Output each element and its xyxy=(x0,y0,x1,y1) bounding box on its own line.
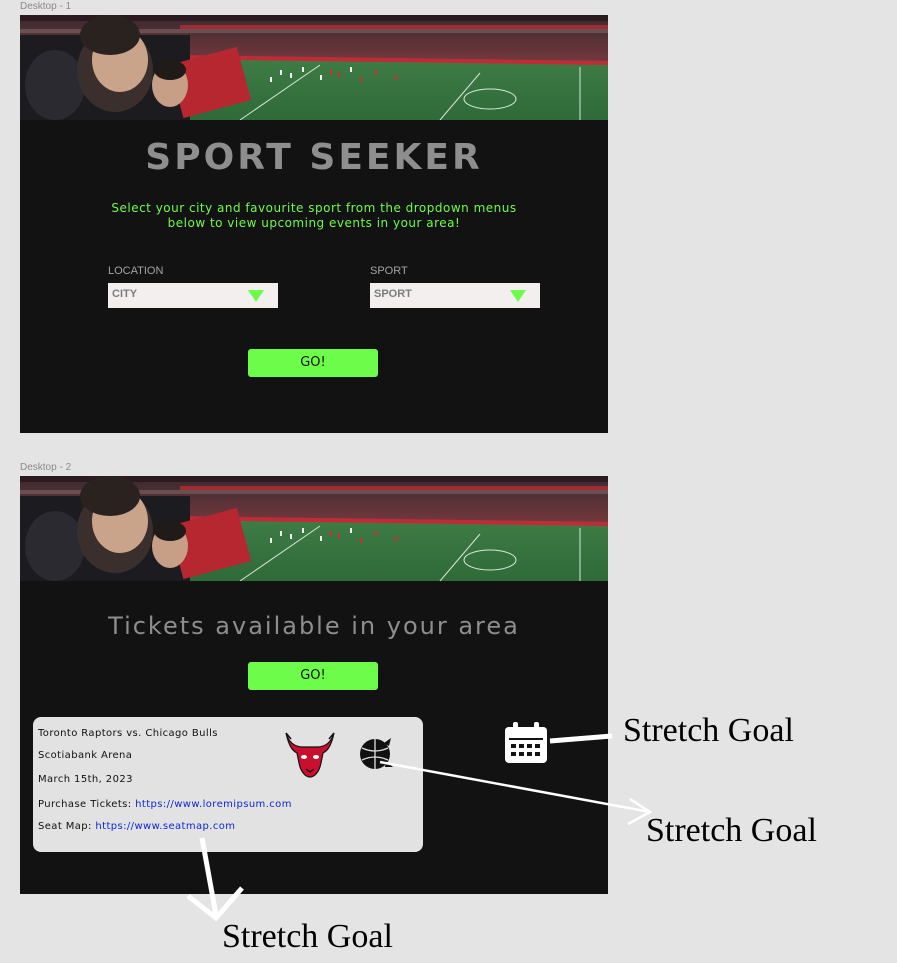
stretch-goal-note-raptors: Stretch Goal xyxy=(646,812,817,849)
raptors-arrow xyxy=(379,760,651,814)
calendar-arrow xyxy=(549,733,613,744)
stretch-goal-note-seatmap: Stretch Goal xyxy=(222,918,393,955)
stretch-goal-note-calendar: Stretch Goal xyxy=(623,712,794,749)
seatmap-arrow xyxy=(199,837,219,916)
